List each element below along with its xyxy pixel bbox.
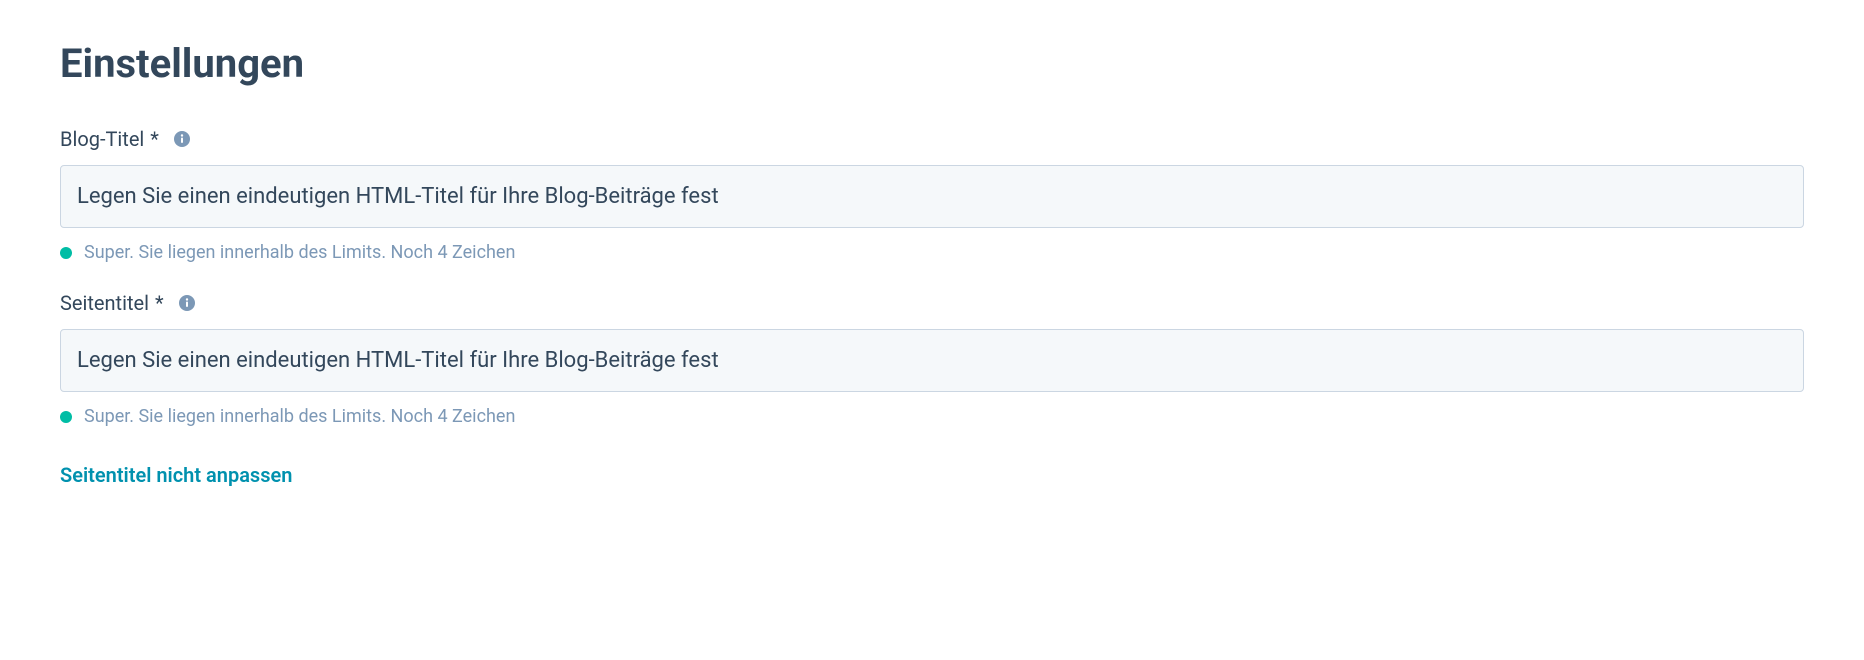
- page-title-field-group: Seitentitel * Super. Sie liegen innerhal…: [60, 291, 1804, 427]
- blog-title-input[interactable]: [60, 165, 1804, 228]
- status-dot-icon: [60, 411, 72, 423]
- blog-title-status-text: Super. Sie liegen innerhalb des Limits. …: [84, 242, 515, 263]
- page-title-label: Seitentitel: [60, 291, 149, 315]
- page-title-label-row: Seitentitel *: [60, 291, 1804, 315]
- blog-title-label-row: Blog-Titel *: [60, 127, 1804, 151]
- blog-title-field-group: Blog-Titel * Super. Sie liegen innerhalb…: [60, 127, 1804, 263]
- page-title-status-text: Super. Sie liegen innerhalb des Limits. …: [84, 406, 515, 427]
- dont-adjust-page-title-link[interactable]: Seitentitel nicht anpassen: [60, 463, 292, 487]
- required-asterisk: *: [150, 127, 159, 151]
- page-title-status-row: Super. Sie liegen innerhalb des Limits. …: [60, 406, 1804, 427]
- page-title-input[interactable]: [60, 329, 1804, 392]
- blog-title-status-row: Super. Sie liegen innerhalb des Limits. …: [60, 242, 1804, 263]
- required-asterisk: *: [155, 291, 164, 315]
- blog-title-label: Blog-Titel: [60, 127, 144, 151]
- info-icon[interactable]: [173, 130, 191, 148]
- info-icon[interactable]: [178, 294, 196, 312]
- status-dot-icon: [60, 247, 72, 259]
- page-title: Einstellungen: [60, 40, 1804, 87]
